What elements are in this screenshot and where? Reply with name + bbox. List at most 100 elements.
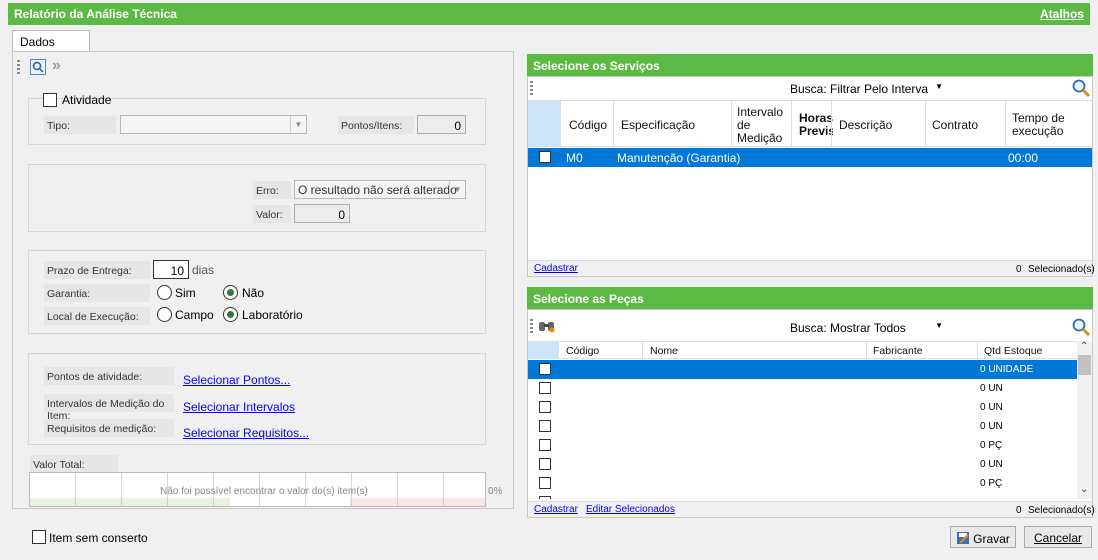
left-toolstrip: » bbox=[14, 55, 509, 79]
parts-row[interactable]: 0 UNIDADE bbox=[528, 360, 1077, 379]
value-label: Valor: bbox=[253, 205, 291, 223]
parts-search-select[interactable]: Mostrar Todos ▼ bbox=[827, 318, 949, 337]
services-search-icon[interactable] bbox=[1071, 78, 1091, 98]
parts-grid-header: Código Nome Fabricante Qtd Estoque bbox=[528, 341, 1077, 359]
services-col-interval[interactable]: Intervalo de Medição bbox=[737, 106, 787, 145]
parts-col-stock[interactable]: Qtd Estoque bbox=[984, 345, 1042, 357]
deadline-unit: dias bbox=[192, 263, 215, 277]
parts-row-stock: 0 PÇ bbox=[980, 440, 1003, 451]
location-lab-label: Laboratório bbox=[242, 308, 303, 322]
parts-search-label: Busca: bbox=[790, 321, 827, 335]
cancel-button[interactable]: Cancelar bbox=[1024, 526, 1092, 548]
total-message: Não foi possível encontrar o valor do(s)… bbox=[160, 486, 368, 497]
scroll-up-icon[interactable]: ⌃ bbox=[1080, 341, 1088, 352]
type-select[interactable]: ▼ bbox=[120, 115, 307, 134]
save-icon bbox=[957, 532, 970, 544]
services-col-spec[interactable]: Especificação bbox=[621, 119, 695, 132]
parts-row-checkbox[interactable] bbox=[539, 363, 551, 375]
warranty-label: Garantia: bbox=[44, 284, 150, 302]
scroll-down-icon[interactable]: ⌄ bbox=[1080, 484, 1088, 495]
services-search-select[interactable]: Filtrar Pelo Interva ▼ bbox=[827, 79, 949, 98]
deadline-input[interactable]: 10 bbox=[153, 260, 189, 279]
parts-row-checkbox[interactable] bbox=[539, 420, 551, 432]
parts-row[interactable]: 0 UN bbox=[528, 417, 1077, 436]
parts-row-checkbox[interactable] bbox=[539, 458, 551, 470]
parts-row[interactable]: 0 UN bbox=[528, 455, 1077, 474]
services-col-divider bbox=[791, 101, 792, 147]
window-titlebar: Relatório da Análise Técnica Atalhos bbox=[8, 3, 1090, 25]
activity-checkbox[interactable] bbox=[43, 93, 57, 107]
select-requirements-link[interactable]: Selecionar Requisitos... bbox=[183, 426, 309, 440]
services-header-select-cell bbox=[528, 101, 561, 147]
item-without-repair-checkbox[interactable] bbox=[32, 530, 46, 544]
parts-col-divider bbox=[642, 342, 643, 359]
parts-row-checkbox[interactable] bbox=[539, 439, 551, 451]
services-toolstrip-grip-icon[interactable] bbox=[530, 81, 533, 95]
window-title: Relatório da Análise Técnica bbox=[14, 7, 177, 21]
select-points-link[interactable]: Selecionar Pontos... bbox=[183, 373, 290, 387]
services-search-value: Filtrar Pelo Interva bbox=[830, 82, 929, 96]
parts-row-checkbox[interactable] bbox=[539, 401, 551, 413]
scroll-thumb[interactable] bbox=[1078, 355, 1091, 375]
chevron-down-icon: ▼ bbox=[290, 116, 306, 133]
parts-scrollbar[interactable]: ⌃ ⌄ bbox=[1077, 341, 1092, 499]
services-col-hours[interactable]: Horas Previs bbox=[799, 112, 833, 140]
services-selected-count: 0 bbox=[1016, 264, 1022, 275]
parts-row[interactable]: 0 PÇ bbox=[528, 474, 1077, 493]
parts-row[interactable]: 0 PÇ bbox=[528, 436, 1077, 455]
parts-row-stock: 0 UNIDADE bbox=[980, 364, 1034, 375]
parts-col-maker[interactable]: Fabricante bbox=[873, 345, 923, 357]
double-chevron-right-icon[interactable]: » bbox=[52, 57, 61, 75]
total-bar: Não foi possível encontrar o valor do(s)… bbox=[29, 472, 486, 507]
services-selected-label: Selecionado(s) bbox=[1028, 264, 1095, 275]
parts-col-name[interactable]: Nome bbox=[650, 345, 678, 357]
location-field-radio[interactable] bbox=[157, 307, 172, 322]
parts-row[interactable]: 0 UN bbox=[528, 398, 1077, 417]
services-col-description[interactable]: Descrição bbox=[839, 119, 892, 132]
parts-row-checkbox[interactable] bbox=[539, 496, 551, 499]
services-row-checkbox[interactable] bbox=[539, 151, 551, 163]
toolstrip-grip-icon[interactable] bbox=[17, 60, 20, 74]
total-percent: 0% bbox=[488, 486, 503, 497]
services-register-link[interactable]: Cadastrar bbox=[534, 263, 578, 274]
parts-edit-selected-link[interactable]: Editar Selecionados bbox=[586, 504, 675, 515]
error-select-value: O resultado não será alterado bbox=[298, 183, 457, 197]
services-footer: Cadastrar 0 Selecionado(s) bbox=[528, 260, 1095, 276]
select-intervals-link[interactable]: Selecionar Intervalos bbox=[183, 400, 295, 414]
parts-header-select-cell bbox=[528, 342, 559, 359]
item-without-repair-label: Item sem conserto bbox=[49, 531, 148, 545]
location-lab-radio[interactable] bbox=[223, 307, 238, 322]
parts-search-value: Mostrar Todos bbox=[830, 321, 906, 335]
total-label: Valor Total: bbox=[30, 455, 118, 473]
services-row-time: 00:00 bbox=[1008, 151, 1039, 165]
services-col-code[interactable]: Código bbox=[569, 119, 607, 132]
services-row[interactable]: M0 Manutenção (Garantia) 00:00 bbox=[528, 148, 1092, 167]
parts-row[interactable]: 0 UN bbox=[528, 379, 1077, 398]
services-col-time[interactable]: Tempo de execução bbox=[1012, 112, 1082, 138]
parts-register-link[interactable]: Cadastrar bbox=[534, 504, 578, 515]
services-col-contract[interactable]: Contrato bbox=[932, 119, 978, 132]
parts-row-checkbox[interactable] bbox=[539, 382, 551, 394]
shortcuts-link[interactable]: Atalhos bbox=[1040, 7, 1084, 21]
parts-col-divider bbox=[866, 342, 867, 359]
services-panel: Busca: Filtrar Pelo Interva ▼ Código Esp… bbox=[527, 76, 1095, 277]
tab-dados-gerais[interactable]: Dados Gerais bbox=[12, 30, 90, 63]
location-label: Local de Execução: bbox=[44, 307, 150, 325]
services-col-divider bbox=[1005, 101, 1006, 147]
parts-col-code[interactable]: Código bbox=[566, 345, 599, 357]
parts-row-checkbox[interactable] bbox=[539, 477, 551, 489]
services-col-divider bbox=[925, 101, 926, 147]
services-grid-header: Código Especificação Intervalo de Mediçã… bbox=[528, 100, 1092, 147]
error-select[interactable]: O resultado não será alterado ▼ bbox=[294, 180, 466, 199]
binoculars-icon[interactable] bbox=[538, 318, 556, 334]
warranty-yes-radio[interactable] bbox=[157, 285, 172, 300]
chevron-down-icon: ▼ bbox=[935, 82, 943, 91]
preview-icon[interactable] bbox=[30, 59, 46, 75]
warranty-no-radio[interactable] bbox=[223, 285, 238, 300]
parts-header: Selecione as Peças bbox=[527, 287, 1093, 309]
services-row-code: M0 bbox=[566, 151, 583, 165]
parts-toolstrip-grip-icon[interactable] bbox=[530, 319, 533, 333]
parts-search-icon[interactable] bbox=[1071, 317, 1091, 337]
save-button[interactable]: Gravar bbox=[950, 526, 1016, 548]
services-header: Selecione os Serviços bbox=[527, 54, 1093, 76]
